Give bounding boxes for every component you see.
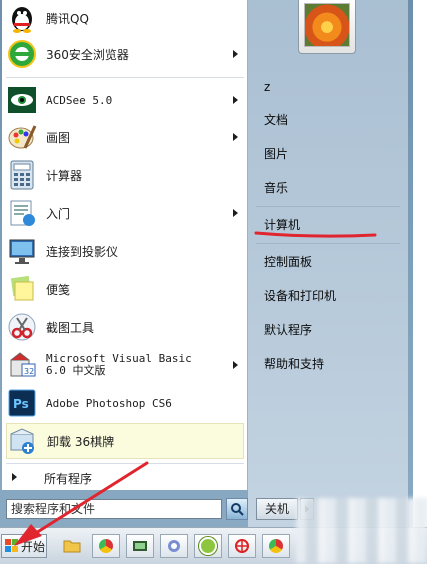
link-help-support[interactable]: 帮助和支持: [264, 355, 324, 372]
shutdown-button[interactable]: 关机: [256, 498, 298, 520]
submenu-arrow-icon: [233, 133, 238, 141]
calculator-icon: [6, 159, 38, 191]
svg-text:32: 32: [24, 367, 34, 376]
network-icon[interactable]: [160, 534, 188, 558]
svg-text:Ps: Ps: [13, 397, 29, 411]
divider: [6, 77, 244, 78]
sticky-notes-icon: [6, 273, 38, 305]
link-pictures[interactable]: 图片: [264, 145, 288, 162]
divider: [256, 206, 400, 207]
acdsee-eye-icon: [6, 84, 38, 116]
search-icon: [231, 503, 244, 516]
media-icon[interactable]: [126, 534, 154, 558]
program-sticky-notes[interactable]: 便笺: [6, 271, 244, 307]
photoshop-icon: Ps: [6, 387, 38, 419]
scissors-icon: [6, 311, 38, 343]
all-programs[interactable]: 所有程序: [6, 466, 244, 488]
program-photoshop[interactable]: Ps Adobe Photoshop CS6: [6, 385, 244, 421]
chrome-icon[interactable]: [92, 534, 120, 558]
program-label: Microsoft Visual Basic 6.0 中文版: [46, 352, 192, 377]
program-label: Adobe Photoshop CS6: [46, 396, 172, 410]
link-devices-printers[interactable]: 设备和打印机: [264, 287, 336, 304]
program-visual-basic[interactable]: 32 Microsoft Visual Basic 6.0 中文版: [6, 347, 244, 383]
paint-palette-icon: [6, 121, 38, 153]
program-acdsee[interactable]: ACDSee 5.0: [6, 82, 244, 118]
program-getting-started[interactable]: 入门: [6, 195, 244, 231]
program-360-browser[interactable]: 360安全浏览器: [6, 36, 244, 72]
program-label: 截图工具: [46, 320, 95, 335]
360-browser-icon: [6, 38, 38, 70]
submenu-arrow-icon: [233, 209, 238, 217]
target-icon[interactable]: [228, 534, 256, 558]
program-label: 360安全浏览器: [46, 47, 129, 62]
program-label: 连接到投影仪: [46, 244, 119, 259]
search-button[interactable]: [226, 498, 248, 520]
program-qq[interactable]: 腾讯QQ: [6, 0, 244, 36]
link-control-panel[interactable]: 控制面板: [264, 253, 312, 270]
search-input[interactable]: 搜索程序和文件: [6, 499, 222, 519]
expand-arrow-icon: [12, 473, 17, 481]
all-programs-label: 所有程序: [44, 472, 93, 486]
blurred-region: [296, 498, 427, 563]
chrome-icon-2[interactable]: [262, 534, 290, 558]
folder-icon[interactable]: [58, 534, 86, 558]
windows-logo-icon: [5, 539, 19, 553]
green-app-icon[interactable]: [194, 534, 222, 558]
program-label: 入门: [46, 206, 71, 221]
start-label: 开始: [21, 539, 46, 554]
divider: [6, 463, 244, 464]
getting-started-icon: [6, 197, 38, 229]
user-avatar[interactable]: [298, 0, 356, 54]
link-default-programs[interactable]: 默认程序: [264, 321, 312, 338]
projector-monitor-icon: [6, 235, 38, 267]
program-calculator[interactable]: 计算器: [6, 157, 244, 193]
program-projector[interactable]: 连接到投影仪: [6, 233, 244, 269]
program-label: 便笺: [46, 282, 71, 297]
link-documents[interactable]: 文档: [264, 111, 288, 128]
program-label: 计算器: [46, 168, 83, 183]
link-computer[interactable]: 计算机: [264, 216, 300, 233]
program-uninstall-36qipai[interactable]: 卸载 36棋牌: [6, 423, 244, 459]
program-paint[interactable]: 画图: [6, 119, 244, 155]
program-label: 画图: [46, 130, 71, 145]
program-label: 卸载 36棋牌: [47, 434, 115, 449]
submenu-arrow-icon: [233, 361, 238, 369]
divider: [256, 243, 400, 244]
submenu-arrow-icon: [233, 96, 238, 104]
search-placeholder: 搜索程序和文件: [11, 502, 96, 516]
visual-basic-icon: 32: [6, 349, 38, 381]
program-snipping-tool[interactable]: 截图工具: [6, 309, 244, 345]
start-button[interactable]: 开始: [1, 534, 47, 558]
flower-picture-icon: [304, 3, 350, 47]
link-music[interactable]: 音乐: [264, 179, 288, 196]
program-label: ACDSee 5.0: [46, 93, 113, 107]
submenu-arrow-icon: [233, 50, 238, 58]
uninstall-icon: [7, 425, 39, 457]
qq-penguin-icon: [6, 2, 38, 34]
link-user[interactable]: z: [264, 80, 270, 94]
program-label: 腾讯QQ: [46, 11, 89, 26]
